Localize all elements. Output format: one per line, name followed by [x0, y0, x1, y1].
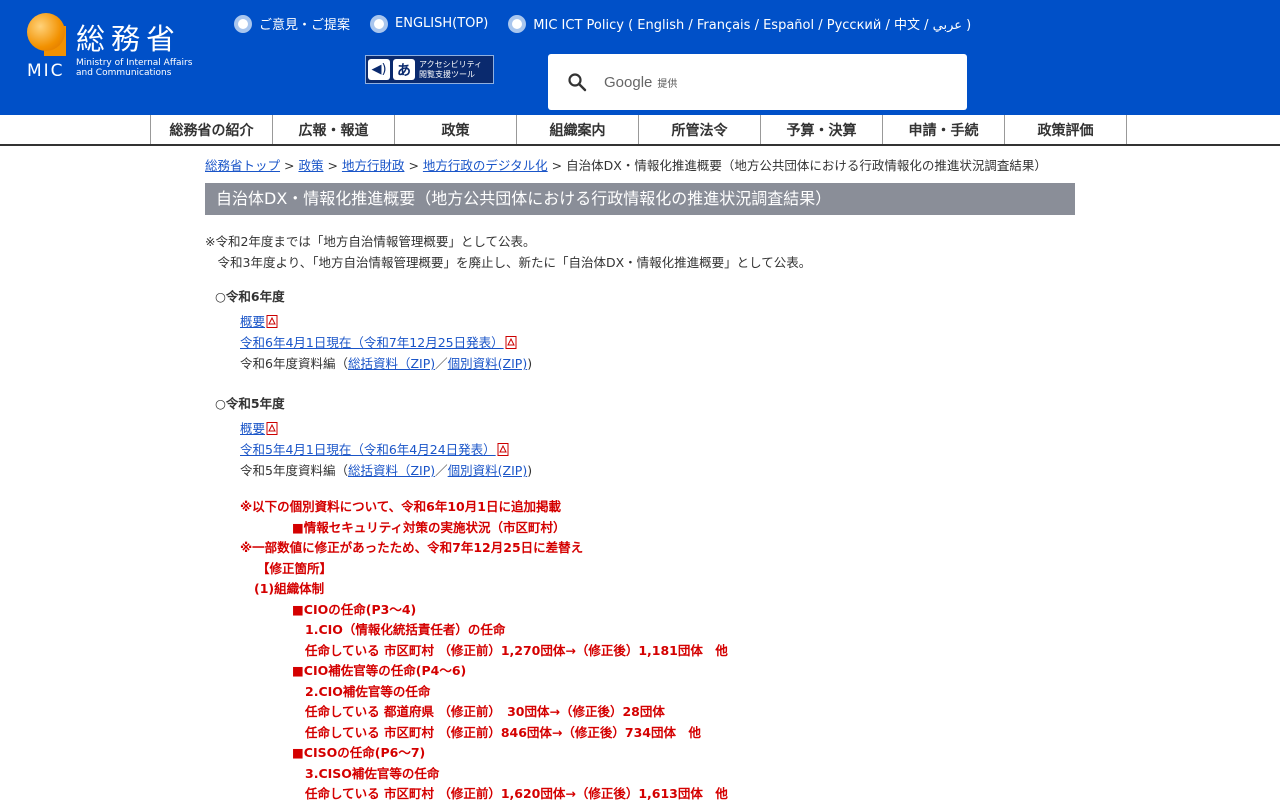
note-line: ※令和2年度までは「地方自治情報管理概要」として公表。 — [205, 234, 536, 249]
overview-pdf-link[interactable]: 概要 — [240, 314, 265, 329]
pdf-icon — [266, 422, 278, 435]
list-item: 令和5年4月1日現在（令和6年4月24日発表） — [240, 439, 1075, 460]
page-notes: ※令和2年度までは「地方自治情報管理概要」として公表。 令和3年度より、「地方自… — [205, 231, 1075, 273]
report-pdf-link[interactable]: 令和6年4月1日現在（令和7年12月25日発表） — [240, 335, 504, 350]
header-link-english-label: ENGLISH(TOP) — [395, 16, 489, 31]
notice-line: 任命している 市区町村 （修正前）1,270団体→（修正後）1,181団体 他 — [305, 642, 728, 658]
mic-logo[interactable]: 総務省 MIC Ministry of Internal Affairs and… — [26, 12, 216, 82]
breadcrumb-current: 自治体DX・情報化推進概要（地方公共団体における行政情報化の推進状況調査結果） — [566, 158, 1047, 173]
search-google-brand: Google — [604, 73, 653, 91]
summary-zip-link[interactable]: 総括資料（ZIP) — [348, 463, 435, 478]
notice-line: ■CISOの任命(P6～7) — [292, 745, 426, 760]
header-link-feedback-label: ご意見・ご提案 — [259, 18, 351, 33]
notice-line: ■CIOの任命(P3～4) — [292, 601, 417, 617]
accessibility-label: アクセシビリティ 閲覧支援ツール — [419, 60, 482, 80]
logo-english-line2: and Communications — [76, 68, 172, 78]
bullet-icon — [234, 14, 252, 33]
pdf-icon — [497, 443, 509, 456]
breadcrumb: 総務省トップ > 政策 > 地方行財政 > 地方行政のデジタル化 > 自治体DX… — [205, 157, 1075, 174]
text-a-icon: あ — [393, 59, 415, 80]
accessibility-label-line1: アクセシビリティ — [419, 59, 483, 69]
notice-line: ※以下の個別資料について、令和6年10月1日に追加掲載 — [240, 499, 561, 514]
nav-item-policy[interactable]: 政策 — [395, 115, 517, 144]
bullet-icon — [508, 14, 527, 33]
accessibility-tool-button[interactable]: ◀) あ アクセシビリティ 閲覧支援ツール — [365, 55, 494, 84]
logo-sun-mark — [27, 13, 65, 51]
notice-line: 3.CISO補佐官等の任命 — [305, 765, 440, 781]
list-item: 概要 — [240, 418, 1075, 439]
search-input[interactable]: Google 提供 — [548, 54, 967, 110]
logo-kanji: 総務省 — [76, 22, 182, 56]
page-title: 自治体DX・情報化推進概要（地方公共団体における行政情報化の推進状況調査結果） — [205, 183, 1075, 215]
nav-item-evaluation[interactable]: 政策評価 — [1005, 115, 1127, 144]
notice-line: 任命している 市区町村 （修正前）1,620団体→（修正後）1,613団体 他 — [305, 786, 728, 801]
nav-item-laws[interactable]: 所管法令 — [639, 115, 761, 144]
logo-english: Ministry of Internal Affairs and Communi… — [76, 58, 192, 78]
notice-line: (1)組織体制 — [254, 581, 325, 596]
notice-line: ■CIO補佐官等の任命(P4～6) — [292, 663, 467, 678]
nav-item-budget[interactable]: 予算・決算 — [761, 115, 883, 144]
breadcrumb-link-policy[interactable]: 政策 — [298, 158, 323, 173]
list-item: 令和6年4月1日現在（令和7年12月25日発表） — [240, 332, 1075, 353]
list-item: 令和6年度資料編（総括資料（ZIP)／個別資料(ZIP)) — [240, 353, 1075, 374]
header-link-ict-policy-label: MIC ICT Policy ( English / Français / Es… — [533, 18, 972, 33]
nav-item-applications[interactable]: 申請・手続 — [883, 115, 1005, 144]
notice-line: 【修正箇所】 — [257, 560, 333, 576]
header-link-ict-policy[interactable]: MIC ICT Policy ( English / Français / Es… — [508, 14, 971, 33]
materials-separator: ／ — [435, 356, 448, 371]
accessibility-label-line2: 閲覧支援ツール — [419, 69, 475, 79]
materials-prefix: 令和6年度資料編（ — [240, 356, 348, 371]
section-r5: ○令和5年度 概要 令和5年4月1日現在（令和6年4月24日発表） 令和5年度資… — [205, 394, 1075, 805]
report-pdf-link[interactable]: 令和5年4月1日現在（令和6年4月24日発表） — [240, 442, 496, 457]
breadcrumb-separator: > — [327, 158, 338, 173]
notice-line: ■情報セキュリティ対策の実施状況（市区町村） — [292, 519, 566, 535]
materials-suffix: ) — [527, 356, 533, 371]
notice-line: 2.CIO補佐官等の任命 — [305, 683, 431, 699]
breadcrumb-separator: > — [408, 158, 419, 173]
search-provided-by: 提供 — [657, 78, 678, 90]
speaker-icon: ◀) — [368, 59, 390, 80]
nav-item-organization[interactable]: 組織案内 — [517, 115, 639, 144]
pdf-icon — [505, 336, 517, 349]
nav-item-press[interactable]: 広報・報道 — [273, 115, 395, 144]
breadcrumb-link-digital[interactable]: 地方行政のデジタル化 — [423, 158, 548, 173]
search-icon — [568, 73, 587, 92]
header-links: ご意見・ご提案 ENGLISH(TOP) MIC ICT Policy ( En… — [234, 14, 971, 33]
site-header: 総務省 MIC Ministry of Internal Affairs and… — [0, 0, 1280, 115]
list-item: 令和5年度資料編（総括資料（ZIP)／個別資料(ZIP)) — [240, 460, 1075, 481]
correction-notice: ※以下の個別資料について、令和6年10月1日に追加掲載 ■情報セキュリティ対策の… — [205, 497, 1075, 805]
main-content: 総務省トップ > 政策 > 地方行財政 > 地方行政のデジタル化 > 自治体DX… — [205, 157, 1075, 805]
breadcrumb-separator: > — [551, 158, 563, 173]
overview-pdf-link[interactable]: 概要 — [240, 421, 265, 436]
section-heading: ○令和6年度 — [215, 289, 285, 304]
materials-suffix: ) — [527, 463, 533, 478]
breadcrumb-link-local-finance[interactable]: 地方行財政 — [342, 158, 405, 173]
header-link-english[interactable]: ENGLISH(TOP) — [370, 14, 488, 33]
materials-separator: ／ — [435, 463, 448, 478]
bullet-icon — [370, 14, 389, 33]
logo-mic: MIC — [27, 61, 65, 81]
notice-line: 1.CIO（情報化統括責任者）の任命 — [305, 622, 506, 637]
note-line: 令和3年度より、「地方自治情報管理概要」を廃止し、新たに「自治体DX・情報化推進… — [205, 255, 812, 270]
header-link-feedback[interactable]: ご意見・ご提案 — [234, 14, 350, 33]
logo-english-line1: Ministry of Internal Affairs — [76, 58, 193, 68]
notice-line: ※一部数値に修正があったため、令和7年12月25日に差替え — [240, 540, 584, 555]
individual-zip-link[interactable]: 個別資料(ZIP) — [448, 463, 528, 478]
materials-prefix: 令和5年度資料編（ — [240, 463, 348, 478]
list-item: 概要 — [240, 311, 1075, 332]
notice-line: 任命している 都道府県 （修正前） 30団体→（修正後）28団体 — [305, 704, 665, 719]
global-nav: 総務省の紹介 広報・報道 政策 組織案内 所管法令 予算・決算 申請・手続 政策… — [0, 115, 1280, 146]
breadcrumb-separator: > — [284, 158, 295, 173]
section-heading: ○令和5年度 — [215, 396, 285, 411]
summary-zip-link[interactable]: 総括資料（ZIP) — [348, 356, 435, 371]
notice-line: 任命している 市区町村 （修正前）846団体→（修正後）734団体 他 — [305, 724, 701, 740]
individual-zip-link[interactable]: 個別資料(ZIP) — [448, 356, 528, 371]
pdf-icon — [266, 315, 278, 328]
section-r6: ○令和6年度 概要 令和6年4月1日現在（令和7年12月25日発表） 令和6年度… — [205, 287, 1075, 374]
nav-item-about[interactable]: 総務省の紹介 — [151, 115, 273, 144]
breadcrumb-link-top[interactable]: 総務省トップ — [205, 158, 280, 173]
